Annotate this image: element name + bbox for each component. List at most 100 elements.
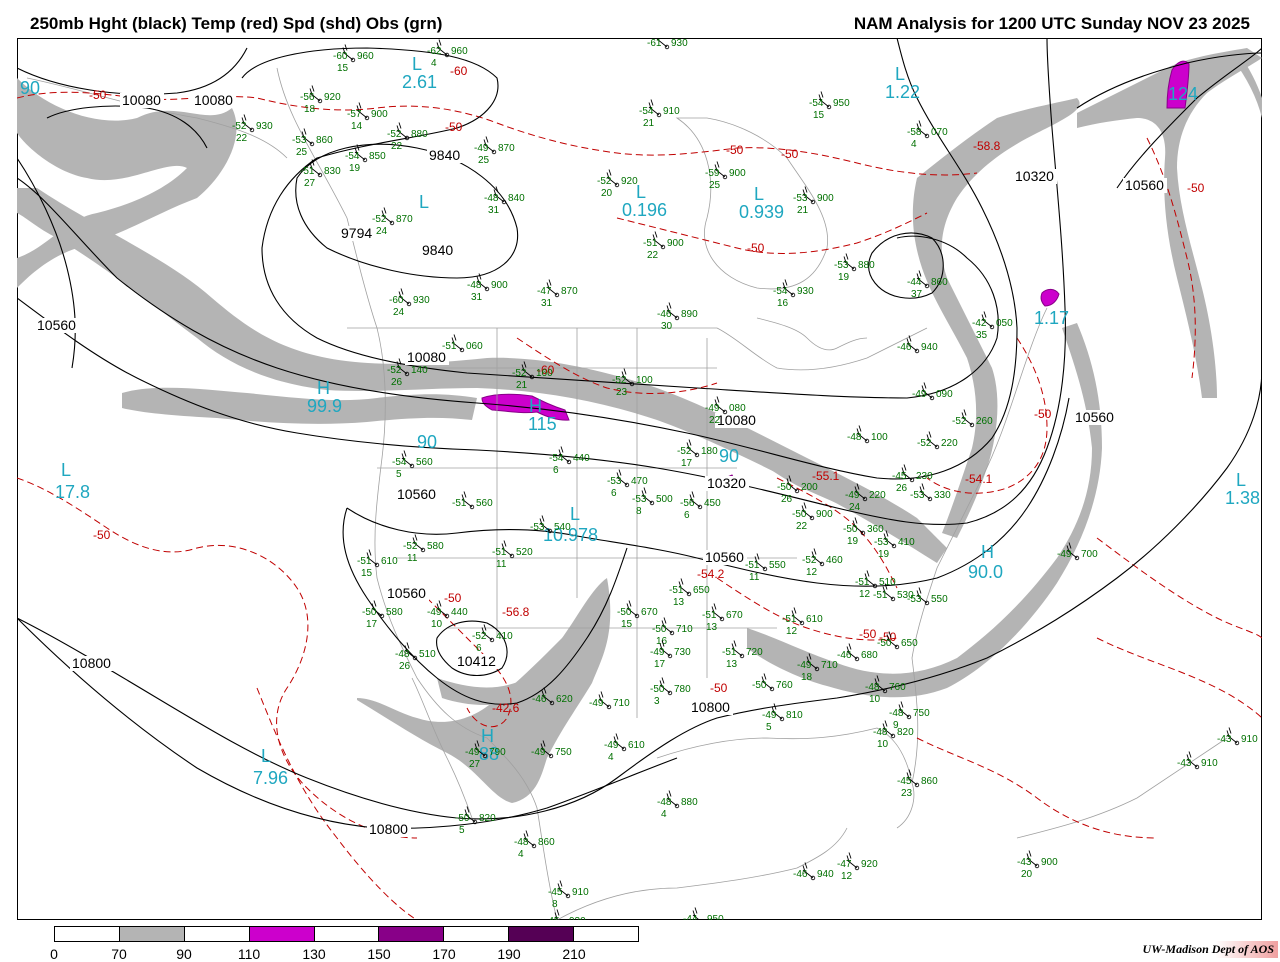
station-plot: -49 610 4 <box>604 733 645 763</box>
station-plot: -48 100 <box>847 425 888 444</box>
station-plot: -60 930 24 <box>389 288 430 318</box>
station-dewpoint-depression: 22 <box>236 133 248 144</box>
station-temperature: -54 <box>809 98 824 109</box>
station-temperature: -52 <box>917 438 932 449</box>
station-temperature: -49 <box>797 660 812 671</box>
station-dewpoint-depression: 8 <box>552 899 558 910</box>
station-temperature: -53 <box>874 537 889 548</box>
station-temperature: -49 <box>531 747 546 758</box>
colorbar-segment <box>248 927 314 941</box>
temperature-contour-label: -50 <box>710 681 728 695</box>
station-dewpoint-depression: 26 <box>399 661 411 672</box>
station-temperature: -49 <box>845 490 860 501</box>
station-temperature: -46 <box>793 869 808 880</box>
station-dewpoint-depression: 37 <box>911 289 923 300</box>
temperature-contour-label: -50 <box>89 88 107 102</box>
station-temperature: -57 <box>347 109 362 120</box>
station-temperature: -54 <box>345 151 360 162</box>
station-dewpoint-depression: 4 <box>661 809 667 820</box>
station-height: 610 <box>806 614 823 625</box>
pressure-center-label: L <box>419 192 429 212</box>
station-height: 850 <box>369 151 386 162</box>
station-height: 560 <box>476 498 493 509</box>
station-temperature: -61 <box>647 38 662 49</box>
station-height: 870 <box>396 214 413 225</box>
wind-speed-shading <box>17 48 1262 803</box>
station-height: 760 <box>776 680 793 691</box>
height-contour-label: 9840 <box>429 147 460 163</box>
station-temperature: -54 <box>549 453 564 464</box>
station-height: 500 <box>656 494 673 505</box>
temp-contour-8 <box>1096 637 1262 719</box>
station-temperature: -48 <box>514 837 529 848</box>
station-height: 880 <box>858 260 875 271</box>
station-plot: -50 900 22 <box>792 502 833 532</box>
station-plot: -48 880 4 <box>657 790 698 820</box>
station-height: 940 <box>817 869 834 880</box>
station-height: 100 <box>871 432 888 443</box>
station-dewpoint-depression: 13 <box>706 622 718 633</box>
station-height: 960 <box>357 51 374 62</box>
station-dewpoint-depression: 17 <box>654 659 666 670</box>
station-plot: -45 930 <box>545 909 586 920</box>
station-plot: -49 710 <box>589 691 630 710</box>
station-height: 920 <box>861 859 878 870</box>
station-temperature: -51 <box>357 556 372 567</box>
station-plot: -46 940 <box>793 862 834 881</box>
station-plot: -51 900 22 <box>643 231 684 261</box>
station-dewpoint-depression: 19 <box>847 536 859 547</box>
station-temperature: -53 <box>607 476 622 487</box>
station-plot: -45 910 8 <box>548 880 589 910</box>
station-dewpoint-depression: 22 <box>709 415 721 426</box>
station-plot: -47 870 31 <box>537 279 578 309</box>
pressure-center-label: 90 <box>417 432 437 452</box>
height-contour-label: 10080 <box>194 92 233 108</box>
station-height: 710 <box>676 624 693 635</box>
station-temperature: -50 <box>777 482 792 493</box>
station-dewpoint-depression: 18 <box>801 672 813 683</box>
height-contour-label: 10080 <box>122 92 161 108</box>
station-dewpoint-depression: 26 <box>391 377 403 388</box>
speed-colorbar <box>54 926 639 942</box>
station-height: 900 <box>816 509 833 520</box>
station-dewpoint-depression: 31 <box>541 298 553 309</box>
station-temperature: -51 <box>643 238 658 249</box>
temperature-contour-label: -54.2 <box>697 567 725 581</box>
station-height: 930 <box>256 121 273 132</box>
station-dewpoint-depression: 22 <box>391 141 403 152</box>
station-height: 950 <box>707 914 724 920</box>
station-temperature: -50 <box>652 624 667 635</box>
station-dewpoint-depression: 26 <box>896 483 908 494</box>
height-contour-label: 10320 <box>1015 168 1054 184</box>
station-temperature: -53 <box>834 260 849 271</box>
pressure-center-label: L <box>754 184 764 204</box>
pressure-center-label: H <box>981 542 994 562</box>
station-height: 900 <box>667 238 684 249</box>
station-height: 940 <box>921 342 938 353</box>
pressure-center-label: 2.61 <box>402 72 437 92</box>
station-height: 160 <box>536 368 553 379</box>
temperature-contour-label: -50 <box>444 591 462 605</box>
station-height: 090 <box>936 389 953 400</box>
station-temperature: -42 <box>972 318 987 329</box>
station-temperature: -50 <box>362 607 377 618</box>
station-plot: -53 330 <box>910 483 951 502</box>
height-contour-label: 10080 <box>407 349 446 365</box>
station-temperature: -43 <box>1177 758 1192 769</box>
jet-max-east <box>1040 288 1060 307</box>
station-height: 930 <box>797 286 814 297</box>
station-plot: -46 680 <box>837 643 878 662</box>
station-temperature: -50 <box>792 509 807 520</box>
station-height: 670 <box>726 610 743 621</box>
station-temperature: -48 <box>847 432 862 443</box>
station-temperature: -44 <box>683 914 698 920</box>
station-height: 840 <box>508 193 525 204</box>
station-temperature: -54 <box>773 286 788 297</box>
pressure-center-label: L <box>570 504 580 524</box>
station-height: 820 <box>479 813 496 824</box>
temperature-contour-label: -50 <box>1187 181 1205 195</box>
station-temperature: -60 <box>333 51 348 62</box>
station-dewpoint-depression: 25 <box>709 180 721 191</box>
station-dewpoint-depression: 6 <box>611 488 617 499</box>
height-contour-10800-west <box>17 367 1262 820</box>
